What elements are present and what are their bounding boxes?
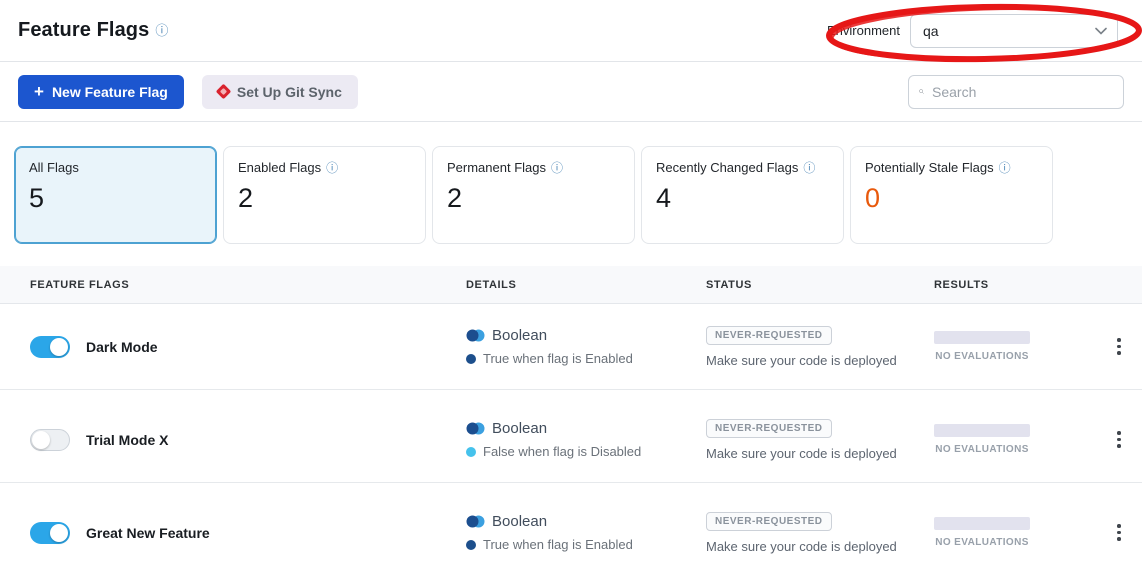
stat-label: Permanent Flags bbox=[447, 160, 546, 175]
stat-label: Enabled Flags bbox=[238, 160, 321, 175]
flag-toggle[interactable] bbox=[30, 336, 70, 358]
stat-card-potentially-stale-flags[interactable]: Potentially Stale Flags ⓘ 0 bbox=[850, 146, 1053, 244]
stat-card-all-flags[interactable]: All Flags 5 bbox=[14, 146, 217, 244]
default-value-dot bbox=[466, 540, 476, 550]
git-sync-icon bbox=[216, 84, 232, 100]
toolbar: + New Feature Flag Set Up Git Sync bbox=[0, 62, 1142, 122]
default-value-dot bbox=[466, 354, 476, 364]
column-header-status: STATUS bbox=[706, 279, 934, 291]
environment-label: Environment bbox=[827, 23, 900, 38]
new-feature-flag-button[interactable]: + New Feature Flag bbox=[18, 75, 184, 109]
results-label: NO EVALUATIONS bbox=[934, 537, 1030, 548]
column-header-results: RESULTS bbox=[934, 279, 1096, 291]
stat-value: 2 bbox=[238, 183, 411, 214]
status-badge: NEVER-REQUESTED bbox=[706, 326, 832, 345]
kebab-menu-button[interactable] bbox=[1107, 332, 1131, 361]
page-title-wrap: Feature Flags ⓘ bbox=[18, 19, 168, 42]
stat-card-permanent-flags[interactable]: Permanent Flags ⓘ 2 bbox=[432, 146, 635, 244]
stat-card-recently-changed-flags[interactable]: Recently Changed Flags ⓘ 4 bbox=[641, 146, 844, 244]
status-text: Make sure your code is deployed bbox=[706, 446, 897, 461]
stat-label: All Flags bbox=[29, 160, 79, 175]
default-value-dot bbox=[466, 447, 476, 457]
search-input[interactable] bbox=[932, 84, 1113, 100]
info-icon[interactable]: ⓘ bbox=[155, 24, 168, 37]
stat-value: 5 bbox=[29, 183, 202, 214]
environment-select[interactable]: qa bbox=[910, 14, 1118, 48]
results-label: NO EVALUATIONS bbox=[934, 444, 1030, 455]
search-icon bbox=[919, 84, 924, 99]
info-icon[interactable]: ⓘ bbox=[803, 162, 815, 174]
status-badge: NEVER-REQUESTED bbox=[706, 512, 832, 531]
boolean-type-icon bbox=[466, 329, 485, 342]
stat-value: 2 bbox=[447, 183, 620, 214]
results-progress-bar bbox=[934, 331, 1030, 344]
results-progress-bar bbox=[934, 517, 1030, 530]
value-type-label: Boolean bbox=[492, 513, 547, 530]
environment-picker: Environment qa bbox=[827, 14, 1118, 48]
flag-toggle[interactable] bbox=[30, 522, 70, 544]
default-behavior-text: False when flag is Disabled bbox=[483, 444, 641, 459]
table-row: Trial Mode X Boolean False when flag is … bbox=[0, 397, 1142, 483]
stat-value: 0 bbox=[865, 183, 1038, 214]
new-feature-flag-label: New Feature Flag bbox=[52, 84, 168, 100]
info-icon[interactable]: ⓘ bbox=[999, 162, 1011, 174]
flag-name[interactable]: Dark Mode bbox=[86, 339, 158, 355]
status-text: Make sure your code is deployed bbox=[706, 539, 897, 554]
page-header: Feature Flags ⓘ Environment qa bbox=[0, 0, 1142, 62]
flag-name[interactable]: Great New Feature bbox=[86, 525, 210, 541]
setup-git-sync-button[interactable]: Set Up Git Sync bbox=[202, 75, 358, 109]
table-header-row: FEATURE FLAGS DETAILS STATUS RESULTS bbox=[0, 266, 1142, 304]
stat-card-enabled-flags[interactable]: Enabled Flags ⓘ 2 bbox=[223, 146, 426, 244]
value-type-label: Boolean bbox=[492, 420, 547, 437]
results-label: NO EVALUATIONS bbox=[934, 351, 1030, 362]
table-row: Dark Mode Boolean True when flag is Enab… bbox=[0, 304, 1142, 390]
status-text: Make sure your code is deployed bbox=[706, 353, 897, 368]
table-row: Great New Feature Boolean True when flag… bbox=[0, 490, 1142, 571]
flag-name[interactable]: Trial Mode X bbox=[86, 432, 168, 448]
info-icon[interactable]: ⓘ bbox=[551, 162, 563, 174]
environment-value: qa bbox=[923, 23, 939, 39]
stats-cards: All Flags 5 Enabled Flags ⓘ 2 Permanent F… bbox=[0, 122, 1142, 266]
search-box bbox=[908, 75, 1124, 109]
column-header-details: DETAILS bbox=[466, 279, 706, 291]
git-sync-label: Set Up Git Sync bbox=[237, 84, 342, 100]
feature-flags-page: Feature Flags ⓘ Environment qa + New Fea… bbox=[0, 0, 1142, 571]
value-type-label: Boolean bbox=[492, 327, 547, 344]
default-behavior-text: True when flag is Enabled bbox=[483, 351, 633, 366]
stat-label: Recently Changed Flags bbox=[656, 160, 798, 175]
kebab-menu-button[interactable] bbox=[1107, 425, 1131, 454]
flag-toggle[interactable] bbox=[30, 429, 70, 451]
stat-value: 4 bbox=[656, 183, 829, 214]
kebab-menu-button[interactable] bbox=[1107, 518, 1131, 547]
chevron-down-icon bbox=[1095, 27, 1107, 35]
stat-label: Potentially Stale Flags bbox=[865, 160, 994, 175]
info-icon[interactable]: ⓘ bbox=[326, 162, 338, 174]
flags-table: FEATURE FLAGS DETAILS STATUS RESULTS Dar… bbox=[0, 266, 1142, 571]
boolean-type-icon bbox=[466, 515, 485, 528]
results-progress-bar bbox=[934, 424, 1030, 437]
status-badge: NEVER-REQUESTED bbox=[706, 419, 832, 438]
default-behavior-text: True when flag is Enabled bbox=[483, 537, 633, 552]
column-header-feature-flags: FEATURE FLAGS bbox=[30, 279, 466, 291]
page-title: Feature Flags bbox=[18, 19, 149, 42]
plus-icon: + bbox=[34, 83, 44, 100]
boolean-type-icon bbox=[466, 422, 485, 435]
